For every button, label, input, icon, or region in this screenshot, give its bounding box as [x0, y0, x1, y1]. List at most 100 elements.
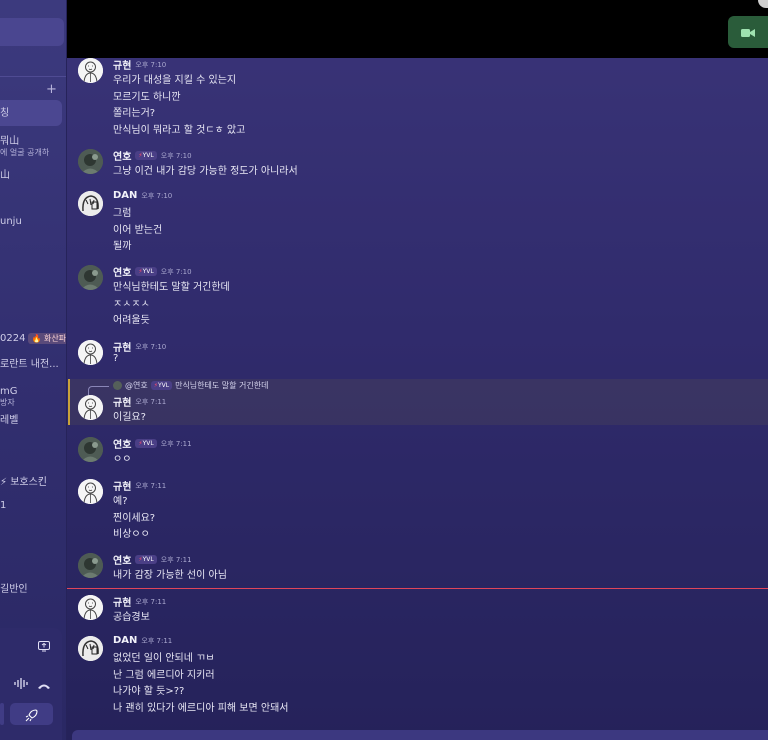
sidebar-item[interactable]: 뭐山 에 얼굴 공개하 — [0, 132, 49, 158]
message-text: 그럼 — [113, 208, 132, 219]
sound-wave-icon[interactable] — [14, 678, 28, 692]
avatar[interactable] — [78, 553, 103, 578]
username[interactable]: 규현 — [113, 394, 131, 409]
avatar[interactable] — [78, 437, 103, 462]
message-text: 될까 — [113, 241, 132, 252]
avatar[interactable] — [78, 265, 103, 290]
channel-sidebar: + 칭 뭐山 에 얼굴 공개하 山 unju 0224 🔥 화산파로란트 내전... mG 방… — [0, 0, 67, 740]
username[interactable]: 연호 — [113, 264, 131, 279]
sidebar-item-label: unju — [0, 216, 22, 227]
video-stage — [67, 0, 768, 58]
sidebar-item-label: 로란트 내전... — [0, 359, 59, 370]
message-text: 공습경보 — [113, 612, 150, 623]
message-text: ㅇㅇ — [113, 454, 132, 465]
sidebar-item-label: 山 — [0, 170, 10, 181]
message-text: ㅈㅅㅈㅅ — [113, 298, 150, 310]
message-text: 쫄리는거? — [113, 108, 156, 119]
reply-badge: ⚡YVL — [150, 381, 173, 390]
timestamp: 오후 7:11 — [160, 439, 192, 448]
sidebar-item-subtext: 에 얼굴 공개하 — [0, 148, 50, 157]
message-text: 어려울듯 — [113, 315, 150, 326]
reply-mention[interactable]: @연호 — [125, 380, 148, 391]
message-header: DAN 오후 7:10 — [113, 190, 172, 201]
avatar[interactable] — [78, 58, 103, 83]
avatar[interactable] — [78, 636, 103, 661]
message-header: 규현 오후 7:11 — [113, 478, 167, 494]
avatar[interactable] — [78, 595, 103, 620]
sidebar-item-subtext: 방자 — [0, 398, 15, 407]
sidebar-top-item[interactable] — [0, 18, 64, 46]
message-text: 이길요? — [113, 412, 146, 423]
screen-share-icon[interactable] — [38, 641, 50, 655]
message-header: 연호 ⚡YVL 오후 7:10 — [113, 148, 192, 163]
message-text: 내가 감장 가능한 선이 아님 — [113, 570, 227, 581]
timestamp: 오후 7:10 — [135, 342, 167, 351]
avatar[interactable] — [78, 395, 103, 420]
clan-badge-text: YVL — [142, 152, 154, 159]
sidebar-item-label: 0224 — [0, 333, 26, 344]
timestamp: 오후 7:10 — [160, 151, 192, 160]
message-text: 우리가 대성을 지킬 수 있는지 — [113, 75, 237, 86]
sidebar-item[interactable]: 로란트 내전... — [0, 355, 59, 370]
message-header: 규현 오후 7:11 — [113, 394, 167, 410]
camera-button[interactable] — [728, 16, 768, 48]
username[interactable]: 연호 — [113, 436, 131, 451]
reply-reference[interactable]: @연호 ⚡YVL 만식님한테도 말할 거긴한데 — [113, 380, 268, 391]
username[interactable]: 규현 — [113, 478, 131, 493]
sidebar-item[interactable]: 레벨 — [0, 411, 18, 426]
username[interactable]: 규현 — [113, 339, 131, 354]
timestamp: 오후 7:11 — [141, 636, 173, 645]
clan-badge-text: YVL — [142, 268, 154, 275]
reply-connector — [88, 386, 109, 395]
message-text: 난 그럼 에르디아 지키러 — [113, 669, 215, 681]
sidebar-item-label: 레벨 — [0, 415, 19, 426]
rocket-icon — [25, 707, 38, 726]
message-text: 비상ㅇㅇ — [113, 529, 150, 540]
sidebar-item-label: 1 — [0, 500, 7, 511]
username[interactable]: 연호 — [113, 552, 131, 567]
timestamp: 오후 7:11 — [135, 481, 167, 490]
voice-panel — [0, 628, 62, 740]
sidebar-item-label: mG — [0, 386, 18, 397]
new-messages-divider — [67, 588, 768, 589]
avatar[interactable] — [78, 149, 103, 174]
sidebar-item[interactable]: ⚡ 보호스킨 — [0, 473, 47, 488]
message-text: 찐이세요? — [113, 512, 156, 524]
sidebar-divider — [0, 76, 66, 77]
message-text: 없었던 일이 안되네 ㄲㅂ — [113, 653, 215, 664]
disconnect-icon[interactable] — [37, 680, 51, 693]
username[interactable]: 규현 — [113, 57, 131, 72]
clan-badge-text: YVL — [142, 556, 154, 563]
sidebar-item[interactable]: 길반인 — [0, 580, 28, 595]
timestamp: 오후 7:11 — [160, 555, 192, 564]
message-header: 규현 오후 7:10 — [113, 57, 166, 73]
sidebar-active-item[interactable] — [0, 100, 62, 126]
avatar[interactable] — [78, 479, 103, 504]
message-header: DAN 오후 7:11 — [113, 635, 172, 646]
message-text: 만식님한테도 말할 거긴한데 — [113, 282, 230, 293]
message-header: 연호 ⚡YVL 오후 7:10 — [113, 264, 192, 279]
activity-button[interactable] — [10, 703, 53, 725]
avatar[interactable] — [78, 340, 103, 365]
message-header: 연호 ⚡YVL 오후 7:11 — [113, 552, 192, 567]
username[interactable]: 연호 — [113, 148, 131, 163]
sidebar-item[interactable]: mG 방자 — [0, 386, 18, 408]
avatar[interactable] — [78, 191, 103, 216]
sidebar-item[interactable]: 山 — [0, 166, 10, 181]
sidebar-item-active-label[interactable]: 칭 — [0, 104, 9, 119]
timestamp: 오후 7:11 — [135, 397, 167, 406]
add-channel-icon[interactable]: + — [46, 82, 57, 97]
username[interactable]: DAN — [113, 635, 137, 646]
username[interactable]: 규현 — [113, 594, 131, 609]
clan-badge: ⚡YVL — [135, 555, 157, 564]
sidebar-item[interactable]: unju — [0, 216, 22, 227]
sidebar-item[interactable]: 0224 🔥 화산파 — [0, 333, 66, 344]
message-composer[interactable] — [72, 730, 768, 740]
sidebar-item[interactable]: 1 — [0, 500, 6, 511]
username[interactable]: DAN — [113, 190, 137, 201]
reply-text: 만식님한테도 말할 거긴한데 — [175, 381, 269, 390]
voice-video-button[interactable] — [0, 703, 4, 725]
message-text: 나가야 할 듯>?? — [113, 686, 185, 697]
clan-badge-text: YVL — [142, 440, 154, 447]
reply-avatar-icon — [113, 381, 122, 390]
